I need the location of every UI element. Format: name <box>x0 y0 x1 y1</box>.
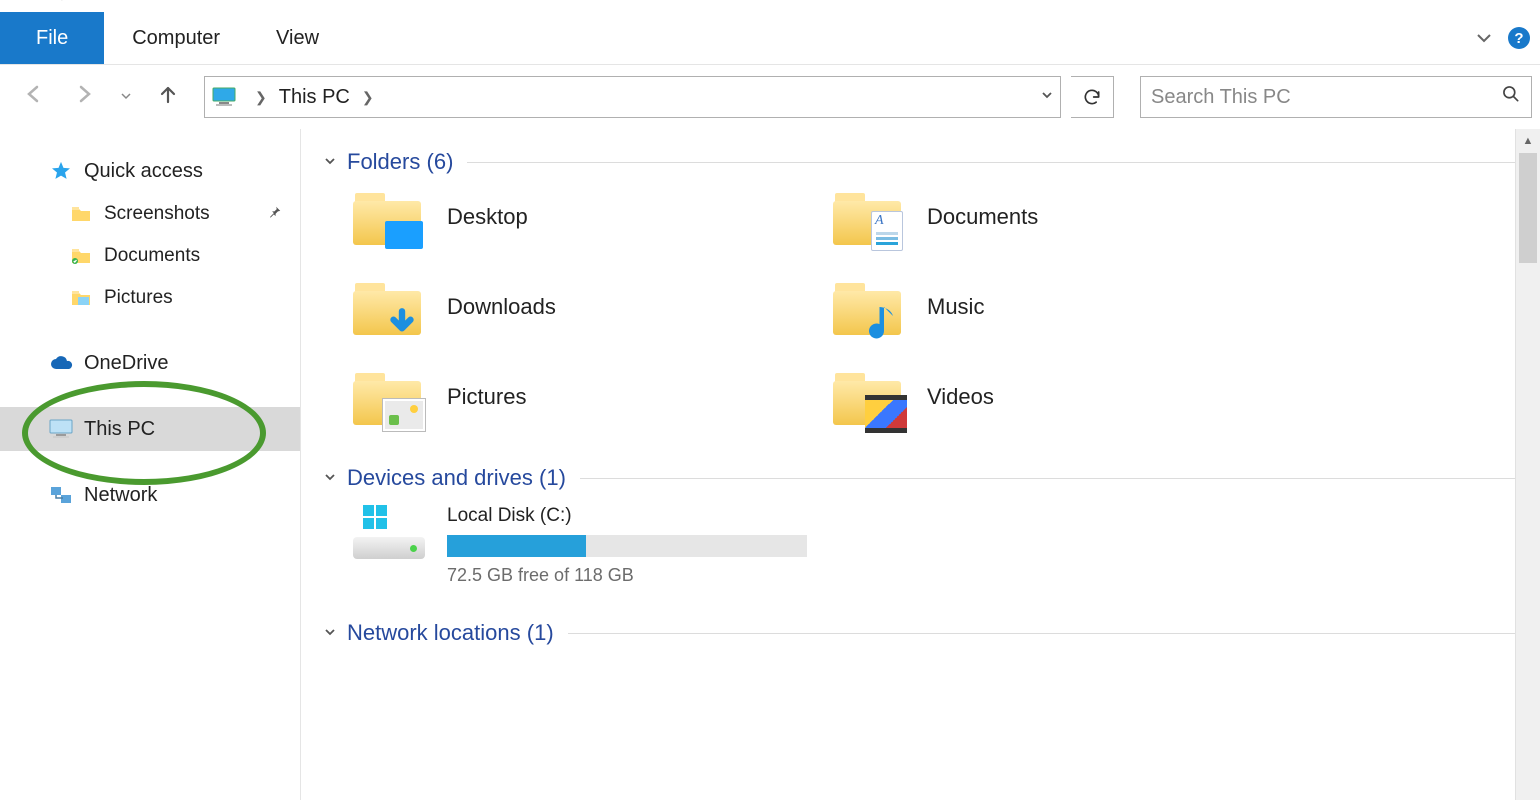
folder-music[interactable]: Music <box>833 279 1313 335</box>
star-icon <box>48 160 74 182</box>
sidebar-item-label: OneDrive <box>84 352 168 375</box>
nav-buttons <box>8 76 194 119</box>
group-rule <box>568 633 1520 634</box>
chevron-down-icon <box>323 625 337 642</box>
help-button[interactable]: ? <box>1508 27 1530 49</box>
scroll-up-icon[interactable]: ▲ <box>1516 129 1540 153</box>
sidebar-item-pictures[interactable]: Pictures <box>0 277 300 319</box>
drive-usage-fill <box>447 535 586 557</box>
folder-desktop[interactable]: Desktop <box>353 189 833 245</box>
group-title: Network locations (1) <box>347 620 554 646</box>
network-icon <box>48 485 74 505</box>
folder-videos[interactable]: Videos <box>833 369 1313 425</box>
group-title: Folders (6) <box>347 149 453 175</box>
folder-icon <box>353 279 421 335</box>
folder-label: Videos <box>927 384 994 410</box>
drive-usage-bar <box>447 535 807 557</box>
drive-info: Local Disk (C:) 72.5 GB free of 118 GB <box>447 505 807 586</box>
sidebar-quick-access[interactable]: Quick access <box>0 149 300 193</box>
folder-icon <box>833 369 901 425</box>
group-rule <box>467 162 1520 163</box>
recent-locations-dropdown[interactable] <box>116 90 136 105</box>
group-header-folders[interactable]: Folders (6) <box>323 149 1520 175</box>
folder-icon <box>353 189 421 245</box>
breadcrumb-separator-icon[interactable]: ❯ <box>245 89 277 106</box>
folder-label: Documents <box>927 204 1038 230</box>
drive-icon <box>353 505 425 565</box>
ribbon-tabs: File Computer View ? <box>0 12 1540 65</box>
drive-label: Local Disk (C:) <box>447 505 807 527</box>
folder-icon <box>68 289 94 307</box>
folder-icon <box>833 189 901 245</box>
up-button[interactable] <box>150 76 186 119</box>
drive-local-disk-c[interactable]: Local Disk (C:) 72.5 GB free of 118 GB <box>323 505 1520 586</box>
refresh-button[interactable] <box>1071 76 1114 118</box>
chevron-down-icon <box>323 154 337 171</box>
vertical-scrollbar[interactable]: ▲ <box>1515 129 1540 800</box>
sidebar-this-pc[interactable]: This PC <box>0 407 300 451</box>
folder-label: Pictures <box>447 384 526 410</box>
minimize-button[interactable]: ☐ <box>1437 0 1455 6</box>
group-header-network-locations[interactable]: Network locations (1) <box>323 620 1520 646</box>
forward-button[interactable] <box>66 76 102 119</box>
music-note-icon <box>869 301 905 343</box>
folder-icon <box>68 205 94 223</box>
folder-icon <box>68 247 94 265</box>
sidebar-item-label: Screenshots <box>104 203 210 225</box>
ribbon-collapse-icon[interactable] <box>1474 28 1494 48</box>
breadcrumb-separator-icon[interactable]: ❯ <box>352 89 384 106</box>
group-header-drives[interactable]: Devices and drives (1) <box>323 465 1520 491</box>
sidebar-onedrive[interactable]: OneDrive <box>0 341 300 385</box>
titlebar: ▥ ▾ │ This PC ☐ ✕ <box>0 0 1540 12</box>
tab-view[interactable]: View <box>248 12 347 64</box>
sidebar-item-label: Network <box>84 484 157 507</box>
content-pane: Folders (6) Desktop Documents Downloads <box>301 129 1540 800</box>
folder-documents[interactable]: Documents <box>833 189 1313 245</box>
folders-grid: Desktop Documents Downloads <box>323 189 1520 425</box>
chevron-down-icon <box>323 470 337 487</box>
folder-downloads[interactable]: Downloads <box>353 279 833 335</box>
pin-icon <box>268 205 282 223</box>
pc-icon <box>48 419 74 439</box>
sidebar-item-screenshots[interactable]: Screenshots <box>0 193 300 235</box>
cloud-icon <box>48 354 74 372</box>
navigation-sidebar: Quick access Screenshots Documents Pictu… <box>0 129 301 800</box>
sidebar-item-documents[interactable]: Documents <box>0 235 300 277</box>
search-placeholder: Search This PC <box>1151 86 1291 109</box>
address-bar[interactable]: ❯ This PC ❯ <box>204 76 1061 118</box>
drive-free-text: 72.5 GB free of 118 GB <box>447 565 807 586</box>
download-arrow-icon <box>385 307 419 341</box>
folder-icon <box>833 279 901 335</box>
folder-label: Desktop <box>447 204 528 230</box>
search-icon <box>1501 84 1521 110</box>
tab-file[interactable]: File <box>0 12 104 64</box>
group-title: Devices and drives (1) <box>347 465 566 491</box>
breadcrumb-item[interactable]: This PC <box>277 86 352 109</box>
group-rule <box>580 478 1520 479</box>
sidebar-network[interactable]: Network <box>0 473 300 517</box>
tab-computer[interactable]: Computer <box>104 12 248 64</box>
folder-label: Music <box>927 294 984 320</box>
search-input[interactable]: Search This PC <box>1140 76 1532 118</box>
sidebar-item-label: This PC <box>84 418 155 441</box>
sidebar-item-label: Pictures <box>104 287 173 309</box>
sidebar-item-label: Quick access <box>84 160 203 183</box>
folder-pictures[interactable]: Pictures <box>353 369 833 425</box>
close-button[interactable]: ✕ <box>1510 0 1528 6</box>
folder-icon <box>353 369 421 425</box>
address-dropdown-icon[interactable] <box>1040 88 1054 106</box>
pc-icon <box>211 86 237 108</box>
sidebar-item-label: Documents <box>104 245 200 267</box>
back-button[interactable] <box>16 76 52 119</box>
navigation-row: ❯ This PC ❯ Search This PC <box>0 65 1540 129</box>
folder-label: Downloads <box>447 294 556 320</box>
scrollbar-thumb[interactable] <box>1519 153 1537 263</box>
